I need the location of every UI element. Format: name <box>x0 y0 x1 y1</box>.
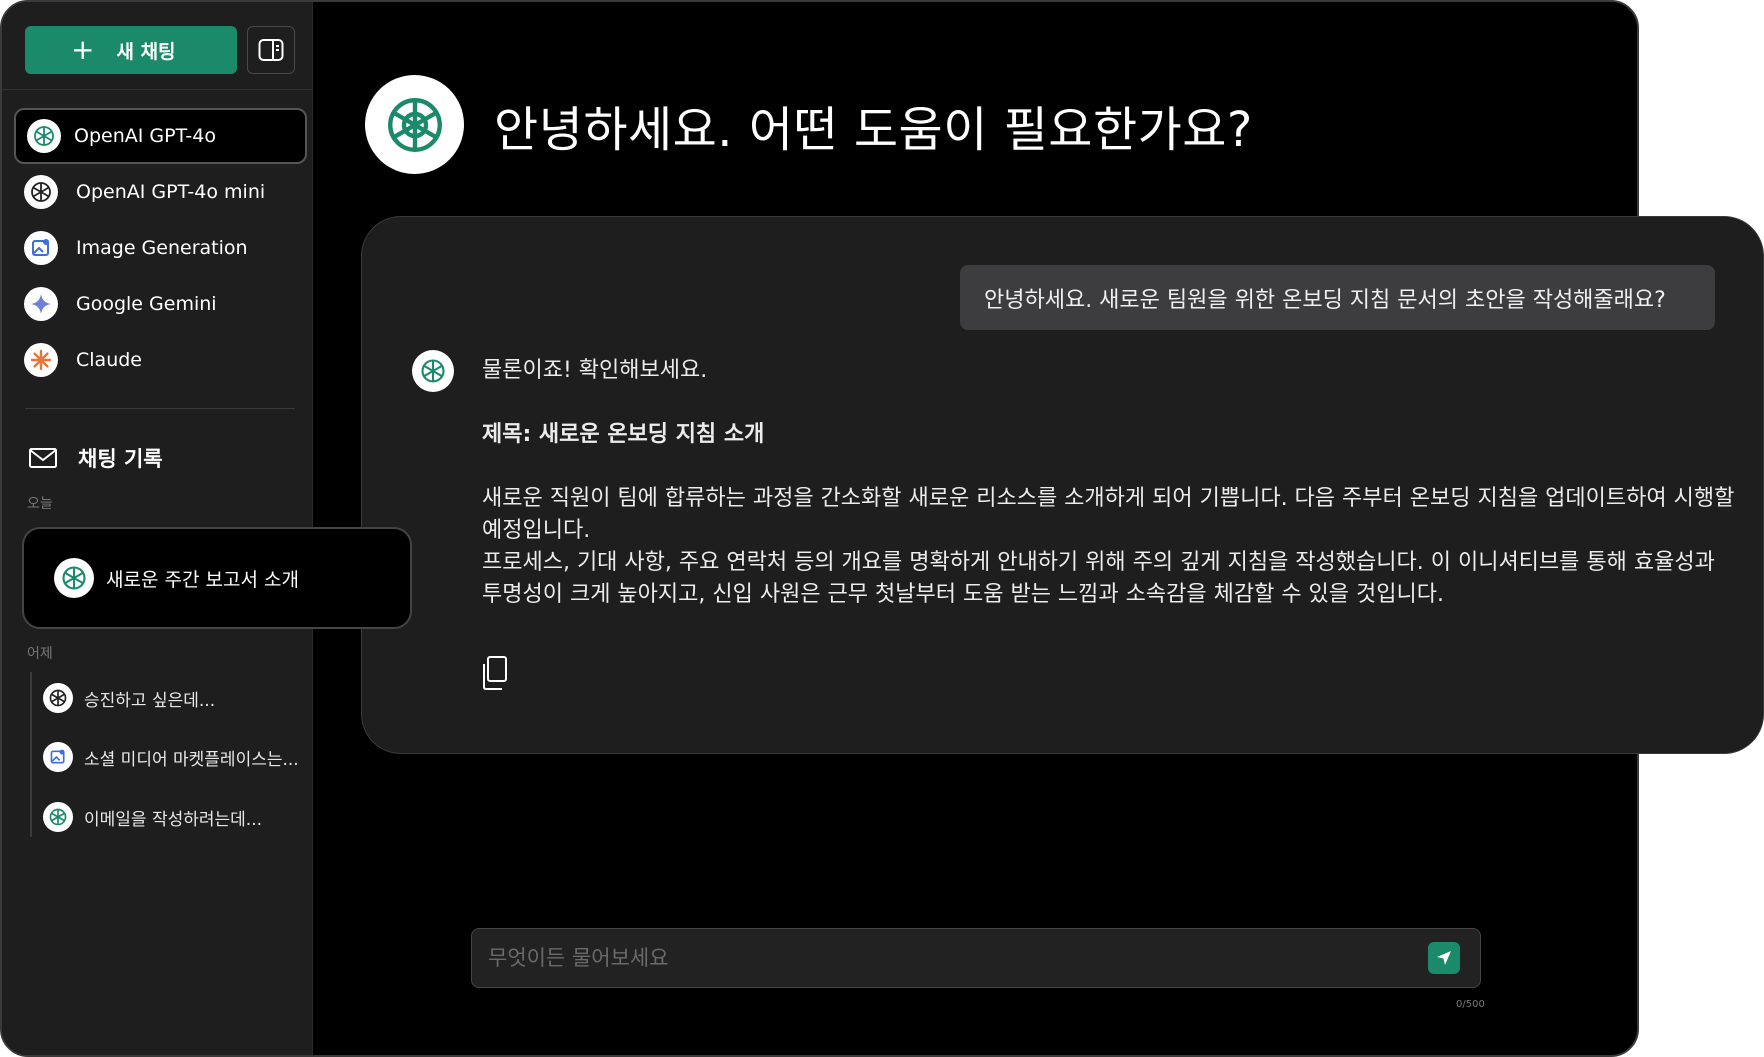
plus-icon: + <box>71 33 95 66</box>
sidebar-divider <box>25 408 295 409</box>
model-item-claude[interactable]: Claude <box>14 332 307 388</box>
openai-icon <box>412 350 454 392</box>
greeting-title: 안녕하세요. 어떤 도움이 필요한가요? <box>494 102 1253 158</box>
model-item-gpt-4o[interactable]: OpenAI GPT-4o <box>14 108 307 164</box>
character-counter: 0/500 <box>1456 999 1485 1010</box>
history-item-today[interactable]: 새로운 주간 보고서 소개 <box>22 527 412 629</box>
history-item-label: 승진하고 싶은데... <box>84 690 216 711</box>
history-item-label: 새로운 주간 보고서 소개 <box>106 568 299 591</box>
openai-logo <box>365 75 464 174</box>
openai-icon <box>54 558 94 598</box>
history-item-label: 소셜 미디어 마켓플레이스는... <box>84 749 299 770</box>
openai-icon <box>27 119 61 153</box>
openai-icon <box>387 97 442 152</box>
model-label: Google Gemini <box>76 293 217 315</box>
yesterday-label: 어제 <box>27 646 53 662</box>
model-item-google-gemini[interactable]: Google Gemini <box>14 276 307 332</box>
mail-icon <box>29 448 57 468</box>
send-icon <box>1437 951 1451 965</box>
history-item[interactable]: 이메일을 작성하려는데... <box>30 789 262 845</box>
openai-icon <box>43 802 73 832</box>
sidebar-panel-icon <box>258 39 284 61</box>
new-chat-label: 새 채팅 <box>116 40 176 63</box>
sidebar-header: + 새 채팅 <box>2 2 312 90</box>
history-item-label: 이메일을 작성하려는데... <box>84 809 263 830</box>
message-composer <box>471 928 1481 988</box>
claude-icon <box>24 343 58 377</box>
assistant-intro: 물론이죠! 확인해보세요. <box>482 358 708 383</box>
new-chat-button[interactable]: + 새 채팅 <box>25 26 237 74</box>
conversation-card: 안녕하세요. 새로운 팀원을 위한 온보딩 지침 문서의 초안을 작성해줄래요?… <box>361 216 1764 754</box>
history-item[interactable]: 소셜 미디어 마켓플레이스는... <box>30 729 299 785</box>
model-label: OpenAI GPT-4o <box>74 125 216 147</box>
model-label: OpenAI GPT-4o mini <box>76 181 266 203</box>
message-input[interactable] <box>472 945 1428 971</box>
assistant-paragraph: 새로운 직원이 팀에 합류하는 과정을 간소화할 새로운 리소스를 소개하게 되… <box>482 486 1735 543</box>
user-message: 안녕하세요. 새로운 팀원을 위한 온보딩 지침 문서의 초안을 작성해줄래요? <box>960 265 1715 330</box>
send-button[interactable] <box>1428 942 1460 974</box>
toggle-sidebar-button[interactable] <box>247 26 295 74</box>
model-item-gpt-4o-mini[interactable]: OpenAI GPT-4o mini <box>14 164 307 220</box>
image-generation-icon <box>43 742 73 772</box>
history-item[interactable]: 승진하고 싶은데... <box>30 670 215 726</box>
image-generation-icon <box>24 231 58 265</box>
model-label: Image Generation <box>76 237 248 259</box>
chat-history-title: 채팅 기록 <box>78 447 163 471</box>
model-label: Claude <box>76 349 142 371</box>
assistant-title: 제목: 새로운 온보딩 지침 소개 <box>482 422 765 447</box>
gemini-icon <box>24 287 58 321</box>
model-item-image-generation[interactable]: Image Generation <box>14 220 307 276</box>
copy-icon[interactable] <box>480 655 508 691</box>
today-label: 오늘 <box>27 496 53 512</box>
openai-icon <box>24 175 58 209</box>
assistant-paragraph: 프로세스, 기대 사항, 주요 연락처 등의 개요를 명확하게 안내하기 위해 … <box>482 550 1715 607</box>
openai-icon <box>43 683 73 713</box>
chat-history-heading: 채팅 기록 <box>28 443 163 473</box>
